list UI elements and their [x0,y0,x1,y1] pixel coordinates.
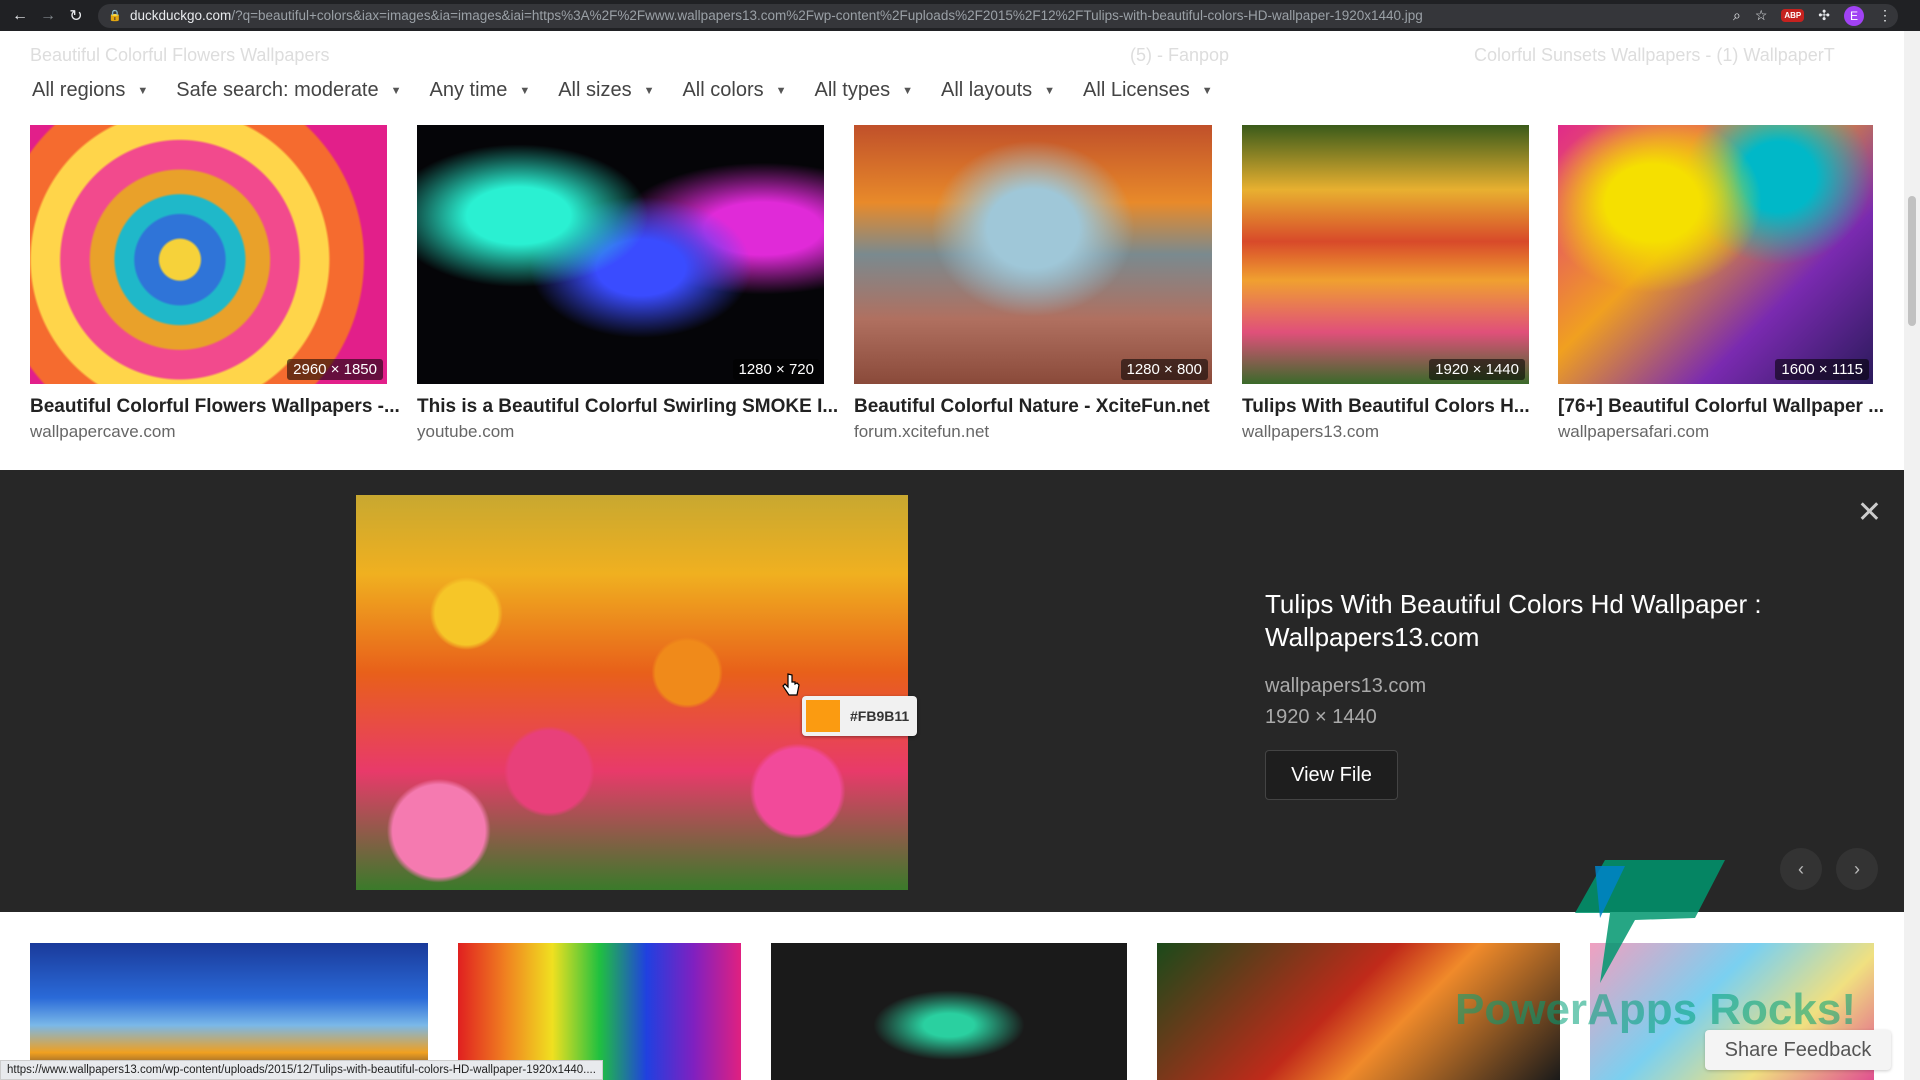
image-dimensions: 1920 × 1440 [1429,359,1525,380]
browser-toolbar: ← → ↻ 🔒 duckduckgo.com /?q=beautiful+col… [0,0,1920,31]
image-dimensions: 1280 × 720 [732,359,820,380]
image-dimensions: 1600 × 1115 [1775,359,1869,380]
image-result[interactable] [771,943,1127,1080]
color-hex: #FB9B11 [850,708,910,724]
filter-sizes[interactable]: All sizes ▼ [558,79,654,102]
result-title[interactable]: Beautiful Colorful Nature - XciteFun.net [854,396,1212,418]
result-title[interactable]: [76+] Beautiful Colorful Wallpaper ... [1558,396,1884,418]
result-thumbnail[interactable]: 1600 × 1115 [1558,125,1873,384]
reload-icon[interactable]: ↻ [62,0,90,31]
next-chevron-icon[interactable]: › [1836,848,1878,890]
scrollbar-thumb[interactable] [1908,196,1916,326]
hand-cursor-icon [782,673,800,696]
result-title[interactable]: Beautiful Colorful Flowers Wallpapers -.… [30,396,400,418]
address-bar[interactable]: 🔒 duckduckgo.com /?q=beautiful+colors&ia… [98,3,1898,28]
extensions-puzzle-icon[interactable]: ✣ [1818,7,1830,24]
color-swatch [806,700,840,732]
filter-label: All regions [32,79,126,101]
close-icon[interactable]: ✕ [1857,498,1882,528]
caret-down-icon: ▼ [902,84,913,97]
filter-layouts[interactable]: All layouts ▼ [941,79,1055,102]
forward-arrow-icon[interactable]: → [34,0,62,31]
filter-safe-search[interactable]: Safe search: moderate ▼ [176,79,401,102]
lock-icon: 🔒 [108,10,122,22]
filter-regions[interactable]: All regions ▼ [32,79,148,102]
filter-licenses[interactable]: All Licenses ▼ [1083,79,1213,102]
zoom-icon[interactable]: ⌕ [1733,7,1741,24]
result-source: wallpapercave.com [30,422,176,441]
image-result[interactable]: 1600 × 1115 [76+] Beautiful Colorful Wal… [1558,125,1884,442]
filter-label: Any time [429,79,508,101]
filter-label: All layouts [940,79,1033,101]
url-host: duckduckgo.com [130,8,232,23]
result-thumbnail[interactable]: 2960 × 1850 [30,125,387,384]
result-thumbnail[interactable]: 1280 × 800 [854,125,1212,384]
filter-time[interactable]: Any time ▼ [430,79,531,102]
caret-down-icon: ▼ [519,84,531,97]
share-feedback-button[interactable]: Share Feedback [1705,1030,1891,1070]
result-thumbnail[interactable]: 1280 × 720 [417,125,824,384]
result-source: wallpapersafari.com [1558,422,1710,441]
adblock-icon[interactable]: ABP [1781,9,1805,22]
bookmark-star-icon[interactable]: ☆ [1755,7,1768,24]
previous-chevron-icon[interactable]: ‹ [1780,848,1822,890]
image-result[interactable]: 1280 × 720 This is a Beautiful Colorful … [417,125,838,442]
caret-down-icon: ▼ [643,84,655,97]
image-result[interactable]: 1920 × 1440 Tulips With Beautiful Colors… [1242,125,1530,442]
powerapps-logo-icon [1575,860,1725,983]
preview-image[interactable] [356,495,908,890]
detail-title[interactable]: Tulips With Beautiful Colors Hd Wallpape… [1265,588,1825,654]
filter-types[interactable]: All types ▼ [815,79,913,102]
status-bar-url: https://www.wallpapers13.com/wp-content/… [0,1060,603,1080]
menu-kebab-icon[interactable]: ⋮ [1878,7,1892,24]
watermark-text: PowerApps Rocks! [1455,985,1856,1034]
caret-down-icon: ▼ [775,84,787,97]
url-path: /?q=beautiful+colors&iax=images&ia=image… [231,8,1423,23]
page-scrollbar[interactable] [1904,31,1920,1080]
image-result[interactable]: 2960 × 1850 Beautiful Colorful Flowers W… [30,125,400,442]
result-title[interactable]: This is a Beautiful Colorful Swirling SM… [417,396,838,418]
back-arrow-icon[interactable]: ← [6,0,34,31]
profile-avatar[interactable]: E [1844,5,1864,26]
image-detail-panel: #FB9B11 ✕ Tulips With Beautiful Colors H… [0,470,1904,912]
filter-colors[interactable]: All colors ▼ [682,79,786,102]
filter-bar: Beautiful Colorful Flowers Wallpapers (5… [0,31,1904,101]
result-thumbnail[interactable]: 1920 × 1440 [1242,125,1529,384]
image-dimensions: 1280 × 800 [1120,359,1208,380]
view-file-button[interactable]: View File [1265,750,1398,800]
detail-source[interactable]: wallpapers13.com [1265,675,1426,698]
filter-label: All sizes [558,79,632,101]
detail-dimensions: 1920 × 1440 [1265,706,1377,728]
image-dimensions: 2960 × 1850 [287,359,383,380]
caret-down-icon: ▼ [137,84,149,97]
caret-down-icon: ▼ [390,84,402,97]
ghost-title: Colorful Sunsets Wallpapers - (1) Wallpa… [1474,45,1835,65]
result-source: wallpapers13.com [1242,422,1380,441]
image-result[interactable]: 1280 × 800 Beautiful Colorful Nature - X… [854,125,1212,442]
filter-label: All Licenses [1083,79,1190,101]
filter-label: All colors [682,79,764,101]
ghost-title: Beautiful Colorful Flowers Wallpapers [30,45,330,65]
filter-label: All types [814,79,891,101]
caret-down-icon: ▼ [1044,84,1056,97]
result-source: forum.xcitefun.net [854,422,990,441]
result-title[interactable]: Tulips With Beautiful Colors H... [1242,396,1530,418]
caret-down-icon: ▼ [1201,84,1213,97]
result-source: youtube.com [417,422,515,441]
filter-label: Safe search: moderate [176,79,379,101]
ghost-title: (5) - Fanpop [1130,45,1230,65]
color-picker-chip: #FB9B11 [802,696,918,736]
